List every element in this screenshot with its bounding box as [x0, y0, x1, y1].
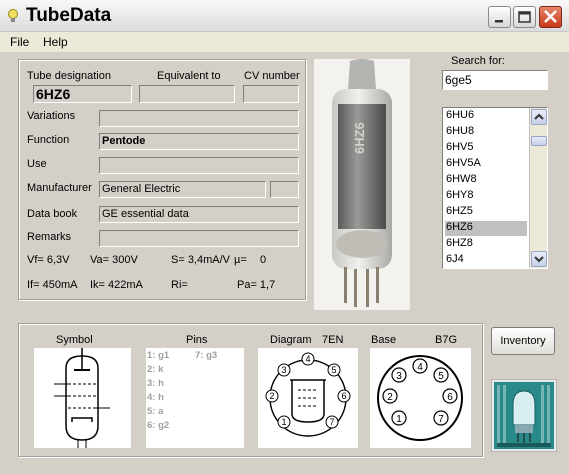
close-icon — [544, 10, 557, 23]
manufacturer-field[interactable]: General Electric — [99, 181, 266, 198]
diagram-pin-label: 2 — [269, 391, 274, 401]
base-pin-label: 3 — [396, 371, 402, 382]
remarks-field[interactable] — [99, 230, 299, 247]
scroll-up-button[interactable] — [531, 109, 547, 125]
mu-label: µ= — [234, 254, 247, 266]
databook-label: Data book — [27, 208, 78, 220]
diagram-label: Diagram — [270, 334, 312, 346]
diagram-pin-label: 7 — [329, 417, 334, 427]
if-value: If= 450mA — [27, 279, 78, 291]
ri-value: Ri= — [171, 279, 188, 291]
diagram-pin-label: 1 — [281, 417, 286, 427]
bulb-icon — [8, 9, 18, 22]
pins-label: Pins — [186, 334, 208, 346]
pa-value: Pa= 1,7 — [237, 279, 276, 291]
title-bar: TubeData — [0, 0, 569, 32]
tube-designation-label: Tube designation — [27, 70, 111, 82]
pins-box: 1: g1 2: k 3: h 4: h 5: a 6: g2 7: g3 — [146, 348, 244, 448]
search-input[interactable]: 6ge5 — [442, 70, 548, 90]
function-field[interactable]: Pentode — [99, 133, 299, 150]
app-logo-icon[interactable] — [491, 379, 557, 452]
mu-value: 0 — [260, 254, 267, 266]
use-field[interactable] — [99, 157, 299, 174]
list-item-selected[interactable]: 6HZ6 — [445, 221, 527, 236]
pin-entry: 1: g1 — [147, 350, 170, 361]
diagram-pin-label: 3 — [281, 365, 286, 375]
menu-file[interactable]: File — [10, 35, 29, 49]
menu-help[interactable]: Help — [43, 35, 68, 49]
tube-symbol-drawing — [34, 348, 131, 448]
list-item[interactable]: 6J4 — [445, 253, 527, 268]
va-value: Va= 300V — [90, 254, 138, 266]
base-drawing: 1 2 3 4 5 6 7 — [370, 348, 471, 448]
use-label: Use — [27, 158, 47, 170]
ik-value: Ik= 422mA — [90, 279, 143, 291]
list-item[interactable]: 6HY8 — [445, 189, 527, 204]
pins-column-1: 1: g1 2: k 3: h 4: h 5: a 6: g2 — [147, 349, 169, 433]
pin-diagram-drawing: 1 2 3 4 5 6 7 — [258, 348, 358, 448]
pin-entry: 6: g2 — [147, 420, 170, 431]
remarks-label: Remarks — [27, 231, 72, 243]
scroll-down-button[interactable] — [531, 251, 547, 267]
diagram-pin-label: 6 — [341, 391, 346, 401]
base-pin-label: 7 — [438, 414, 444, 425]
menu-bar: File Help — [0, 32, 569, 52]
databook-field[interactable]: GE essential data — [99, 206, 299, 223]
variations-field[interactable] — [99, 110, 299, 127]
list-item[interactable]: 6HZ5 — [445, 205, 527, 220]
list-item[interactable]: 6HU6 — [445, 109, 527, 124]
function-label: Function — [27, 134, 70, 146]
pin-entry: 3: h — [147, 378, 164, 389]
tube-designation-field[interactable]: 6HZ6 — [33, 85, 132, 103]
close-button[interactable] — [539, 6, 562, 28]
equivalent-label: Equivalent to — [157, 70, 221, 82]
list-item[interactable]: 6HV5A — [445, 157, 527, 172]
tube-photo-label: 6HZ6 — [352, 122, 367, 154]
symbol-label: Symbol — [56, 334, 93, 346]
chevron-up-icon — [534, 113, 544, 120]
pin-entry: 7: g3 — [195, 350, 218, 361]
variations-label: Variations — [27, 110, 76, 122]
manufacturer-label: Manufacturer — [27, 182, 92, 194]
list-item[interactable]: 6HW8 — [445, 173, 527, 188]
base-code: B7G — [435, 334, 458, 346]
manufacturer-extra-field[interactable] — [270, 181, 299, 198]
s-value: S= 3,4mA/V — [171, 254, 231, 266]
vf-value: Vf= 6,3V — [27, 254, 70, 266]
equivalent-field[interactable] — [139, 85, 235, 103]
scroll-thumb[interactable] — [531, 136, 547, 146]
base-pin-label: 2 — [387, 392, 393, 403]
tube-list[interactable]: 6HU6 6HU8 6HV5 6HV5A 6HW8 6HY8 6HZ5 6HZ6… — [442, 107, 548, 269]
base-pin-label: 5 — [438, 371, 444, 382]
diagram-pin-label: 4 — [305, 354, 310, 364]
base-pin-label: 1 — [396, 414, 402, 425]
cv-number-field[interactable] — [243, 85, 299, 103]
list-scrollbar[interactable] — [529, 108, 547, 268]
inventory-button[interactable]: Inventory — [491, 327, 555, 355]
list-item[interactable]: 6HU8 — [445, 125, 527, 140]
base-pin-label: 4 — [417, 362, 423, 373]
list-item[interactable]: 6HZ8 — [445, 237, 527, 252]
minimize-button[interactable] — [488, 6, 511, 28]
maximize-icon — [518, 11, 531, 23]
pin-entry: 4: h — [147, 392, 164, 403]
base-label: Base — [371, 334, 397, 346]
search-label: Search for: — [451, 55, 505, 67]
pins-column-2: 7: g3 — [195, 349, 217, 363]
base-pin-label: 6 — [447, 392, 453, 403]
tube-photo: 6HZ6 — [314, 59, 410, 310]
diagram-pin-label: 5 — [331, 365, 336, 375]
list-item[interactable]: 6HV5 — [445, 141, 527, 156]
window-title: TubeData — [26, 5, 112, 26]
minimize-icon — [495, 20, 503, 23]
pin-entry: 5: a — [147, 406, 164, 417]
maximize-button[interactable] — [513, 6, 536, 28]
pin-entry: 2: k — [147, 364, 164, 375]
chevron-down-icon — [534, 256, 544, 263]
diagram-code: 7EN — [322, 334, 344, 346]
cv-number-label: CV number — [244, 70, 300, 82]
